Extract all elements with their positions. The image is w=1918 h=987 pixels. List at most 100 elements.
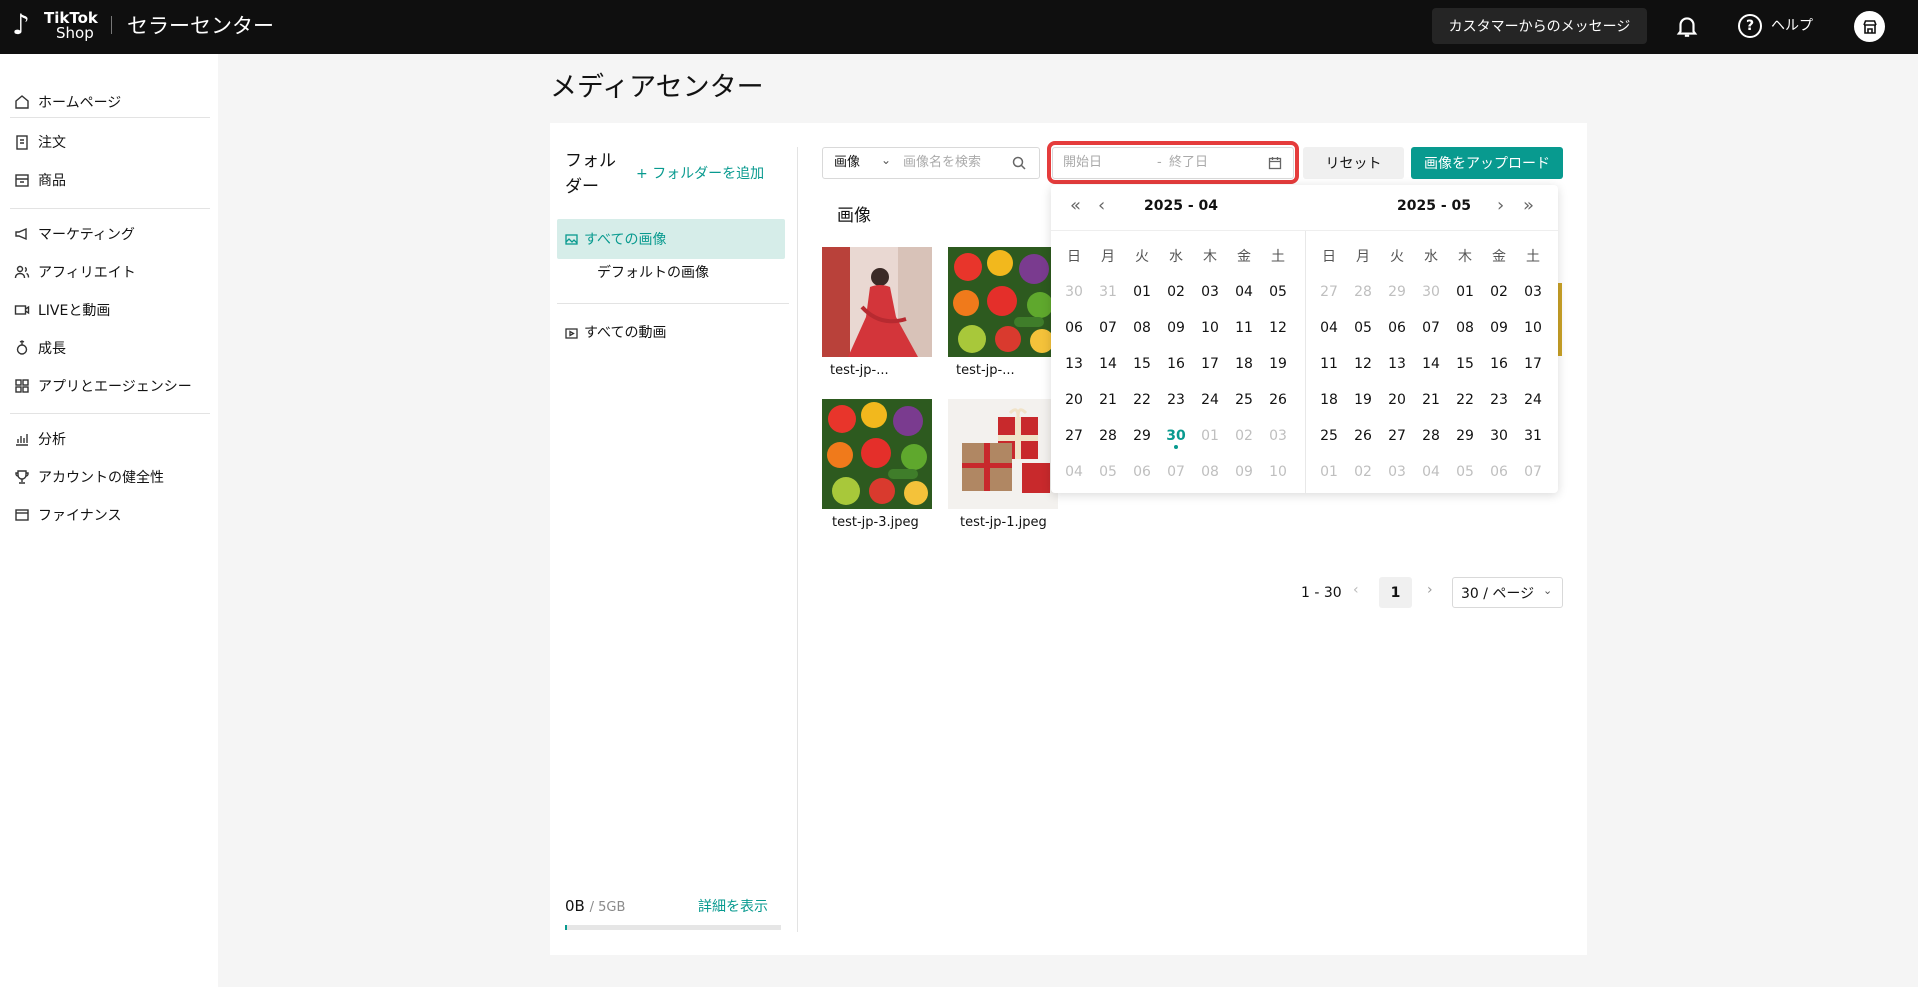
customer-messages-button[interactable]: カスタマーからのメッセージ	[1432, 8, 1647, 44]
chevron-right-icon[interactable]: ›	[1497, 195, 1504, 217]
image-thumbnail[interactable]	[822, 399, 932, 509]
double-chevron-right-icon[interactable]: »	[1523, 195, 1534, 217]
calendar-day[interactable]: 09	[1482, 310, 1516, 346]
calendar-day[interactable]: 02	[1346, 454, 1380, 490]
calendar-day[interactable]: 07	[1159, 454, 1193, 490]
calendar-day[interactable]: 06	[1057, 310, 1091, 346]
sidebar-item-products[interactable]: 商品	[14, 168, 66, 192]
calendar-day[interactable]: 31	[1091, 274, 1125, 310]
calendar-day[interactable]: 20	[1057, 382, 1091, 418]
calendar-day[interactable]: 08	[1193, 454, 1227, 490]
calendar-day[interactable]: 26	[1261, 382, 1295, 418]
calendar-day[interactable]: 21	[1414, 382, 1448, 418]
calendar-day[interactable]: 09	[1159, 310, 1193, 346]
folder-all-videos[interactable]: すべての動画	[565, 321, 666, 345]
calendar-day[interactable]: 30	[1482, 418, 1516, 454]
sidebar-item-orders[interactable]: 注文	[14, 130, 66, 154]
calendar-day[interactable]: 19	[1346, 382, 1380, 418]
calendar-day[interactable]: 30	[1057, 274, 1091, 310]
help-icon[interactable]: ?	[1738, 14, 1762, 38]
calendar-day[interactable]: 29	[1448, 418, 1482, 454]
calendar-day[interactable]: 23	[1159, 382, 1193, 418]
calendar-day[interactable]: 05	[1091, 454, 1125, 490]
calendar-day[interactable]: 03	[1261, 418, 1295, 454]
calendar-day[interactable]: 15	[1125, 346, 1159, 382]
add-folder-button[interactable]: + フォルダーを追加	[636, 163, 764, 185]
storage-details-link[interactable]: 詳細を表示	[698, 897, 768, 917]
sidebar-item-finance[interactable]: ファイナンス	[14, 503, 121, 527]
calendar-day[interactable]: 16	[1159, 346, 1193, 382]
calendar-day[interactable]: 30	[1414, 274, 1448, 310]
sidebar-item-marketing[interactable]: マーケティング	[14, 222, 135, 246]
calendar-day[interactable]: 17	[1516, 346, 1550, 382]
calendar-day[interactable]: 28	[1091, 418, 1125, 454]
calendar-day[interactable]: 18	[1312, 382, 1346, 418]
calendar-day[interactable]: 07	[1091, 310, 1125, 346]
calendar-day[interactable]: 29	[1125, 418, 1159, 454]
calendar-day[interactable]: 12	[1346, 346, 1380, 382]
chevron-right-icon[interactable]: ›	[1427, 582, 1433, 598]
calendar-day[interactable]: 20	[1380, 382, 1414, 418]
calendar-day[interactable]: 14	[1414, 346, 1448, 382]
calendar-day[interactable]: 03	[1193, 274, 1227, 310]
calendar-day[interactable]: 24	[1516, 382, 1550, 418]
calendar-day[interactable]: 27	[1380, 418, 1414, 454]
calendar-day[interactable]: 01	[1312, 454, 1346, 490]
chevron-down-icon[interactable]: ⌄	[881, 153, 891, 167]
folder-default-images[interactable]: デフォルトの画像	[597, 262, 709, 284]
calendar-day[interactable]: 05	[1261, 274, 1295, 310]
chevron-left-icon[interactable]: ‹	[1353, 582, 1359, 598]
folder-all-images[interactable]: すべての画像	[557, 219, 785, 259]
calendar-day[interactable]: 22	[1125, 382, 1159, 418]
calendar-day[interactable]: 02	[1159, 274, 1193, 310]
calendar-day[interactable]: 10	[1193, 310, 1227, 346]
sidebar-item-account-health[interactable]: アカウントの健全性	[14, 465, 164, 489]
sidebar-item-home[interactable]: ホームページ	[14, 90, 121, 114]
calendar-day[interactable]: 01	[1125, 274, 1159, 310]
calendar-day[interactable]: 22	[1448, 382, 1482, 418]
calendar-day[interactable]: 02	[1227, 418, 1261, 454]
calendar-day[interactable]: 07	[1414, 310, 1448, 346]
calendar-day[interactable]: 31	[1516, 418, 1550, 454]
calendar-day[interactable]: 27	[1312, 274, 1346, 310]
double-chevron-left-icon[interactable]: «	[1070, 195, 1081, 217]
calendar-day[interactable]: 21	[1091, 382, 1125, 418]
reset-button[interactable]: リセット	[1303, 147, 1404, 179]
media-type-select[interactable]: 画像	[834, 154, 860, 172]
calendar-day[interactable]: 09	[1227, 454, 1261, 490]
calendar-day[interactable]: 07	[1516, 454, 1550, 490]
calendar-day-today[interactable]: 30	[1159, 418, 1193, 454]
calendar-day[interactable]: 26	[1346, 418, 1380, 454]
calendar-day[interactable]: 10	[1516, 310, 1550, 346]
bell-icon[interactable]	[1674, 13, 1700, 39]
calendar-day[interactable]: 11	[1312, 346, 1346, 382]
calendar-day[interactable]: 19	[1261, 346, 1295, 382]
page-number-current[interactable]: 1	[1379, 577, 1412, 608]
calendar-day[interactable]: 06	[1482, 454, 1516, 490]
sidebar-item-analytics[interactable]: 分析	[14, 427, 66, 451]
calendar-day[interactable]: 15	[1448, 346, 1482, 382]
sidebar-item-live-video[interactable]: LIVEと動画	[14, 298, 110, 322]
chevron-left-icon[interactable]: ‹	[1098, 195, 1105, 217]
image-thumbnail[interactable]	[822, 247, 932, 357]
calendar-day[interactable]: 28	[1414, 418, 1448, 454]
image-thumbnail[interactable]	[948, 247, 1058, 357]
calendar-day[interactable]: 04	[1312, 310, 1346, 346]
calendar-day[interactable]: 29	[1380, 274, 1414, 310]
calendar-day[interactable]: 25	[1227, 382, 1261, 418]
help-label[interactable]: ヘルプ	[1771, 15, 1813, 37]
calendar-day[interactable]: 01	[1448, 274, 1482, 310]
calendar-day[interactable]: 03	[1380, 454, 1414, 490]
store-icon[interactable]	[1854, 11, 1885, 42]
calendar-day[interactable]: 04	[1057, 454, 1091, 490]
page-size-select[interactable]: 30 / ページ ⌄	[1452, 577, 1563, 608]
calendar-day[interactable]: 24	[1193, 382, 1227, 418]
calendar-day[interactable]: 17	[1193, 346, 1227, 382]
calendar-day[interactable]: 05	[1448, 454, 1482, 490]
calendar-day[interactable]: 02	[1482, 274, 1516, 310]
sidebar-item-growth[interactable]: 成長	[14, 336, 66, 360]
calendar-day[interactable]: 14	[1091, 346, 1125, 382]
calendar-day[interactable]: 25	[1312, 418, 1346, 454]
calendar-day[interactable]: 13	[1057, 346, 1091, 382]
calendar-day[interactable]: 11	[1227, 310, 1261, 346]
